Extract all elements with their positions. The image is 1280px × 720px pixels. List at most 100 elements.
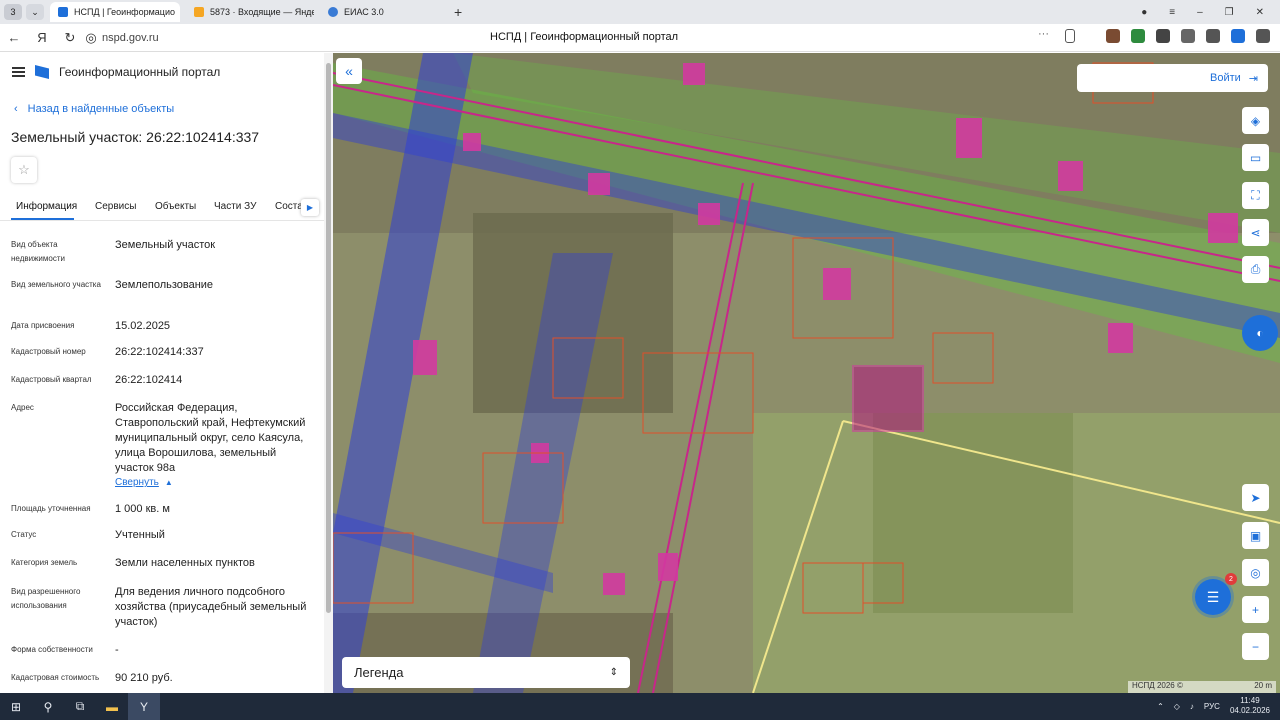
info-row: Дата присвоения 15.02.2025 (11, 319, 311, 335)
profile-icon[interactable]: ● (1141, 7, 1147, 18)
plus-icon: + (1251, 602, 1259, 617)
shield-icon[interactable] (1181, 29, 1195, 43)
restore-button[interactable]: ❐ (1225, 7, 1234, 18)
row-value: 90 210 руб. (115, 672, 173, 684)
collapse-panel-button[interactable]: « (336, 58, 362, 84)
row-label: Площадь уточненная (11, 504, 91, 513)
tab-label: НСПД | Геоинформацио (74, 7, 175, 17)
language-indicator[interactable]: РУС (1204, 702, 1220, 711)
tab-objects[interactable]: Объекты (155, 201, 196, 212)
collapse-link[interactable]: Свернуть ▲ (115, 477, 173, 488)
back-icon[interactable]: ← (0, 30, 28, 45)
file-explorer-icon[interactable]: ▬ (96, 693, 128, 720)
tabs-scroll-right-icon[interactable]: ▶ (301, 199, 319, 216)
info-row: Вид объекта недвижимости Земельный участ… (11, 238, 311, 268)
chat-button[interactable]: ☰ 2 (1195, 573, 1237, 615)
locate-button[interactable]: ➤ (1242, 484, 1269, 511)
network-icon[interactable]: ◇ (1174, 702, 1180, 711)
map-view[interactable]: « Войти ⇥ ◈ ▭ ⛶ ⋖ ⎙ ◐ ➤ ▣ ◎ + − ☰ 2 Леге… (333, 53, 1280, 693)
object-info-panel: Геоинформационный портал ‹ Назад в найде… (0, 53, 333, 693)
clock[interactable]: 11:49 04.02.2026 (1230, 696, 1270, 716)
layers-button[interactable]: ◈ (1242, 107, 1269, 134)
window-controls: ● ≡ – ❐ ✕ (1141, 0, 1280, 24)
legend-dropdown[interactable]: Легенда ⇕ (342, 657, 630, 688)
info-row: Площадь уточненная 1 000 кв. м (11, 502, 311, 518)
favorite-star-icon[interactable]: ☆ (11, 157, 37, 183)
menu-icon[interactable]: ≡ (1169, 7, 1175, 18)
close-window-button[interactable]: ✕ (1256, 7, 1264, 18)
info-row: Категория земель Земли населенных пункто… (11, 556, 311, 572)
tab-parts[interactable]: Части ЗУ (214, 201, 256, 212)
panel-scrollbar[interactable] (324, 53, 333, 693)
object-title: Земельный участок: 26:22:102414:337 (11, 129, 260, 145)
tab-label: 5873 · Входящие — Яндек (210, 7, 314, 17)
tab-list-dropdown[interactable]: ⌄ (26, 4, 44, 20)
share-icon: ⋖ (1250, 225, 1261, 240)
reload-icon[interactable]: ↻ (56, 30, 84, 46)
chevron-up-icon: ▲ (164, 478, 173, 487)
bookmark-icon[interactable] (1065, 29, 1075, 43)
tab-composition[interactable]: Соста (275, 201, 303, 212)
row-value: - (115, 644, 119, 656)
tab-nspd[interactable]: НСПД | Геоинформацио ✕ (50, 2, 180, 22)
info-row-address: Адрес Российская Федерация, Ставропольск… (11, 401, 311, 491)
minimize-button[interactable]: – (1197, 7, 1203, 18)
download-icon[interactable] (1231, 29, 1245, 43)
tab-counter[interactable]: 3 (4, 4, 22, 20)
geolocation-button[interactable]: ◎ (1242, 559, 1269, 586)
extension-icon[interactable] (1131, 29, 1145, 43)
row-label: Форма собственности (11, 645, 93, 654)
tray-chevron-icon[interactable]: ⌃ (1157, 702, 1164, 711)
tab-yandex-mail[interactable]: 5873 · Входящие — Яндек (186, 2, 314, 22)
back-to-results-link[interactable]: ‹ Назад в найденные объекты (14, 103, 174, 115)
share-button[interactable]: ⋖ (1242, 219, 1269, 246)
row-label: Кадастровый квартал (11, 375, 92, 384)
more-icon[interactable]: ··· (1038, 29, 1054, 43)
yandex-browser-icon[interactable]: Y (128, 693, 160, 720)
legend-label: Легенда (354, 665, 404, 680)
info-row: Вид разрешенного использования Для веден… (11, 585, 311, 631)
map-attribution: НСПД 2026 © 20 m (1128, 681, 1276, 693)
new-tab-button[interactable]: + (454, 4, 462, 20)
tab-information[interactable]: Информация (16, 201, 77, 212)
measure-button[interactable]: ▭ (1242, 144, 1269, 171)
assistant-button[interactable]: ◐ (1242, 315, 1278, 351)
scrollbar-thumb[interactable] (326, 63, 331, 613)
print-button[interactable]: ⎙ (1242, 256, 1269, 283)
tab-services[interactable]: Сервисы (95, 201, 136, 212)
minimap-button[interactable]: ▣ (1242, 522, 1269, 549)
print-icon: ⎙ (1250, 262, 1261, 276)
row-label: Адрес (11, 403, 34, 412)
hamburger-menu-icon[interactable] (12, 67, 25, 77)
nspd-favicon-icon (58, 7, 68, 17)
volume-icon[interactable]: ♪ (1190, 702, 1194, 711)
row-value: Земли населенных пунктов (115, 557, 255, 569)
zoom-in-button[interactable]: + (1242, 596, 1269, 623)
attribution-text: НСПД 2026 © (1132, 681, 1183, 690)
task-view-icon[interactable]: ⧉ (64, 693, 96, 720)
assistant-icon: ◐ (1256, 326, 1264, 340)
mail-favicon-icon (194, 7, 204, 17)
satellite-map (333, 53, 1280, 693)
info-row: Вид земельного участка Землепользование (11, 278, 311, 308)
site-info-icon[interactable]: ◎ (84, 30, 98, 46)
extension-icon[interactable] (1206, 29, 1220, 43)
extension-icon[interactable] (1256, 29, 1270, 43)
windows-start-icon[interactable]: ⊞ (0, 693, 32, 720)
extension-icon[interactable] (1156, 29, 1170, 43)
zoom-out-button[interactable]: − (1242, 633, 1269, 660)
tab-eias[interactable]: ЕИАС 3.0 (320, 2, 448, 22)
select-area-icon: ⛶ (1251, 188, 1260, 202)
url-field[interactable]: nspd.gov.ru (102, 32, 159, 44)
row-value: Учтенный (115, 529, 165, 541)
yandex-icon[interactable]: Я (28, 30, 56, 45)
chat-badge: 2 (1225, 573, 1237, 585)
login-button[interactable]: Войти ⇥ (1077, 64, 1268, 92)
extensions-bar: ··· (1038, 29, 1270, 43)
search-icon[interactable]: ⚲ (32, 693, 64, 720)
extension-icon[interactable] (1106, 29, 1120, 43)
select-area-button[interactable]: ⛶ (1242, 182, 1269, 209)
info-tabs: Информация Сервисы Объекты Части ЗУ Сост… (0, 195, 324, 221)
row-value: Российская Федерация, Ставропольский кра… (115, 402, 306, 474)
chat-icon: ☰ (1206, 588, 1220, 605)
